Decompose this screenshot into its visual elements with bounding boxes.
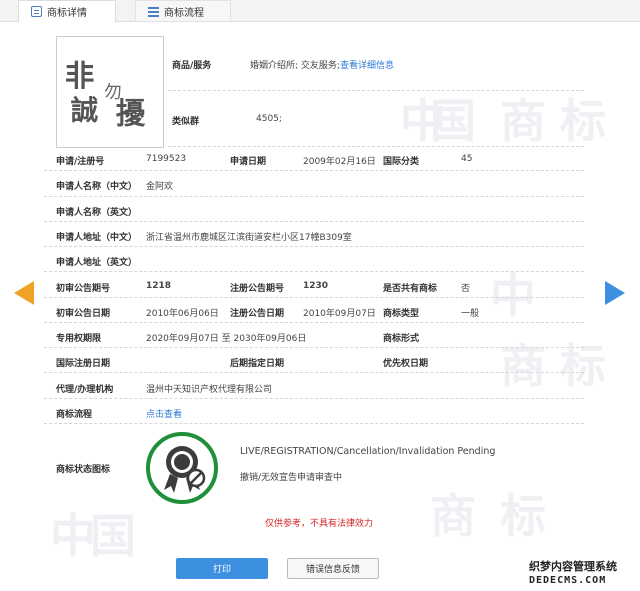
prelim-pub-no-label: 初审公告期号	[56, 284, 111, 294]
disclaimer-notice: 仅供参考，不具有法律效力	[265, 519, 374, 529]
svg-text:非: 非	[65, 58, 94, 93]
divider	[44, 246, 584, 247]
priority-date-label: 优先权日期	[383, 359, 429, 369]
divider	[168, 146, 584, 147]
print-button[interactable]: 打印	[176, 558, 268, 579]
applicant-cn-label: 申请人名称（中文）	[56, 182, 138, 192]
document-icon	[31, 6, 42, 17]
divider	[44, 372, 584, 373]
divider	[44, 423, 584, 424]
site-watermark-badge: 织梦内容管理系统 DEDECMS.COM	[527, 556, 640, 591]
goods-value: 婚姻介绍所; 交友服务;	[250, 61, 340, 71]
view-flow-link[interactable]: 点击查看	[146, 407, 182, 420]
divider	[44, 271, 584, 272]
shared-value: 否	[461, 284, 471, 294]
view-goods-details-link[interactable]: 查看详细信息	[340, 58, 394, 71]
reg-pub-no-value: 1230	[303, 281, 329, 291]
goods-label: 商品/服务	[172, 61, 212, 71]
svg-text:誠: 誠	[71, 94, 99, 126]
list-icon	[148, 6, 159, 17]
divider	[168, 90, 584, 91]
exclusive-period-label: 专用权期限	[56, 334, 102, 344]
watermark-char: 标	[500, 489, 546, 543]
prelim-pub-date-value: 2010年06月06日	[146, 309, 219, 319]
divider	[44, 170, 584, 171]
next-arrow-icon[interactable]	[605, 281, 625, 305]
applicant-cn-value: 金阿欢	[146, 182, 174, 192]
watermark-char: 中	[490, 269, 536, 323]
tab-bar: 商标详情 商标流程	[0, 0, 640, 23]
divider	[44, 297, 584, 298]
status-cn-text: 撤销/无效宣告申请审查中	[240, 473, 343, 483]
reg-pub-date-label: 注册公告日期	[230, 309, 285, 319]
trademark-image: 非 誠 勿 擾	[56, 36, 164, 148]
shared-label: 是否共有商标	[383, 284, 438, 294]
trademark-logo: 非 誠 勿 擾	[65, 58, 146, 130]
watermark-char: 标	[560, 339, 606, 393]
apply-date-value: 2009年02月16日	[303, 157, 376, 167]
later-date-label: 后期指定日期	[230, 359, 285, 369]
prev-arrow-icon[interactable]	[14, 281, 34, 305]
intl-class-label: 国际分类	[383, 157, 420, 167]
applicant-en-label: 申请人名称（英文）	[56, 208, 138, 218]
agent-value: 温州中天知识产权代理有限公司	[146, 385, 273, 395]
address-cn-label: 申请人地址（中文）	[56, 233, 138, 243]
divider	[44, 347, 584, 348]
flow-label: 商标流程	[56, 410, 93, 420]
prelim-pub-date-label: 初审公告日期	[56, 309, 111, 319]
tm-type-value: 一般	[461, 309, 480, 319]
intl-reg-date-label: 国际注册日期	[56, 359, 111, 369]
tab-trademark-details[interactable]: 商标详情	[18, 0, 116, 23]
agent-label: 代理/办理机构	[56, 385, 114, 395]
address-en-label: 申请人地址（英文）	[56, 258, 138, 268]
reg-pub-no-label: 注册公告期号	[230, 284, 285, 294]
tab-trademark-process[interactable]: 商标流程	[135, 0, 231, 22]
divider	[44, 398, 584, 399]
prelim-pub-no-value: 1218	[146, 281, 172, 291]
similar-group-label: 类似群	[172, 117, 200, 127]
watermark-char: 商	[430, 489, 476, 543]
divider	[44, 322, 584, 323]
site-badge-title: 织梦内容管理系统	[529, 560, 617, 573]
watermark-char: 标	[560, 94, 606, 148]
intl-class-value: 45	[461, 154, 473, 164]
reg-no-value: 7199523	[146, 154, 187, 164]
divider	[44, 221, 584, 222]
status-label: 商标状态图标	[56, 465, 111, 475]
tab-label: 商标流程	[164, 7, 204, 19]
exclusive-period-value: 2020年09月07日 至 2030年09月06日	[146, 334, 307, 344]
watermark-char: 商	[500, 339, 546, 393]
watermark-char: 商	[500, 94, 546, 148]
watermark-char: 国	[90, 509, 136, 563]
watermark-char: 国	[430, 94, 476, 148]
error-feedback-button[interactable]: 错误信息反馈	[287, 558, 379, 579]
svg-text:擾: 擾	[116, 95, 146, 130]
similar-group-value: 4505;	[256, 114, 282, 124]
tm-form-label: 商标形式	[383, 334, 420, 344]
tab-label: 商标详情	[47, 8, 87, 19]
status-en-text: LIVE/REGISTRATION/Cancellation/Invalidat…	[240, 446, 496, 457]
apply-date-label: 申请日期	[230, 157, 267, 167]
reg-pub-date-value: 2010年09月07日	[303, 309, 376, 319]
site-badge-domain: DEDECMS.COM	[529, 575, 607, 586]
award-ribbon-cancel-icon	[144, 430, 220, 506]
tm-type-label: 商标类型	[383, 309, 420, 319]
address-cn-value: 浙江省温州市鹿城区江滨街道安栏小区17幢B309室	[146, 233, 352, 243]
reg-no-label: 申请/注册号	[56, 157, 105, 167]
divider	[44, 196, 584, 197]
